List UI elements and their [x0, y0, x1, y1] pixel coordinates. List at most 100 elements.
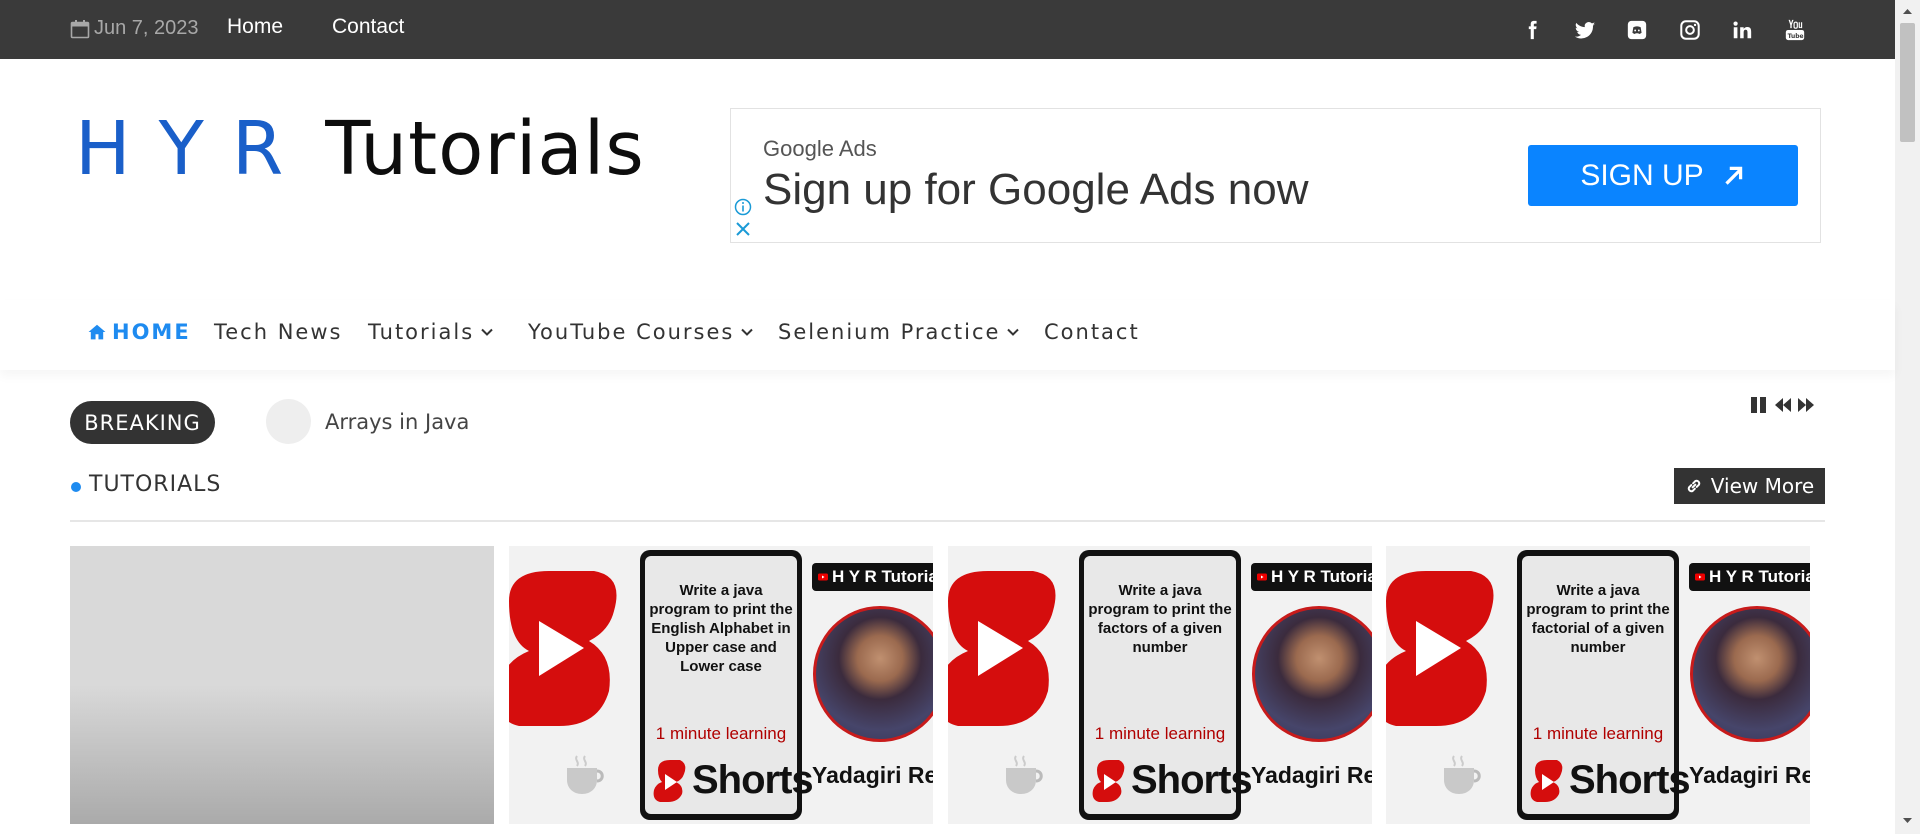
phone-graphic: Write a java program to print the Englis…	[640, 550, 814, 820]
shorts-text: Shorts	[692, 757, 814, 802]
nav-item-tech-news[interactable]: Tech News	[214, 320, 342, 344]
chevron-down-icon	[1007, 328, 1020, 336]
coffee-cup-icon	[1006, 755, 1043, 794]
youtube-shorts-logo-icon	[948, 571, 1056, 726]
shorts-logo: Shorts	[650, 756, 814, 804]
shorts-logo: Shorts	[1089, 756, 1253, 804]
tutorial-card[interactable]: Write a java program to print the factor…	[1386, 546, 1810, 824]
card-program-text: Write a java program to print the factor…	[1088, 582, 1232, 656]
brand-text: H Y R Tutorials	[832, 567, 933, 586]
google-ad-banner[interactable]: Google Ads Sign up for Google Ads now SI…	[730, 108, 1821, 243]
phone-screen: Write a java program to print the factor…	[1522, 556, 1691, 814]
section-bullet	[71, 482, 81, 492]
pause-icon[interactable]	[1748, 394, 1770, 416]
shorts-icon	[653, 760, 686, 802]
card-program-text: Write a java program to print the Englis…	[649, 582, 793, 675]
breaking-thumbnail[interactable]	[266, 399, 311, 444]
avatar	[1690, 606, 1810, 742]
card-learning-text: 1 minute learning	[1532, 724, 1664, 743]
logo-tutorials-text: Tutorials	[325, 106, 645, 192]
view-more-button[interactable]: View More	[1674, 468, 1825, 504]
coffee-cup-icon	[1444, 755, 1481, 794]
forward-icon[interactable]	[1795, 394, 1817, 416]
twitter-icon[interactable]	[1572, 17, 1598, 43]
nav-tech-news-label: Tech News	[214, 320, 343, 344]
shorts-icon	[1530, 760, 1563, 802]
section-title: TUTORIALS	[89, 472, 222, 497]
brand-tag: H Y R Tutorials	[1251, 563, 1372, 591]
site-logo[interactable]: HYR Tutorials	[75, 112, 645, 186]
discord-icon[interactable]	[1624, 17, 1650, 43]
ad-signup-button[interactable]: SIGN UP	[1528, 145, 1798, 206]
tutorial-card[interactable]: Write a java program to print the Englis…	[509, 546, 933, 824]
youtube-icon[interactable]: Tube	[1782, 17, 1808, 43]
view-more-label: View More	[1710, 474, 1815, 498]
ad-headline[interactable]: Sign up for Google Ads now	[763, 165, 1308, 215]
nav-home-label: HOME	[112, 320, 191, 344]
author-name: Yadagiri Reddy	[1251, 762, 1372, 788]
shorts-text: Shorts	[1569, 757, 1691, 802]
logo-hyr-text: HYR	[75, 106, 312, 192]
facebook-icon[interactable]	[1519, 17, 1545, 43]
linkedin-icon[interactable]	[1729, 17, 1755, 43]
nav-item-youtube-courses[interactable]: YouTube Courses	[528, 320, 754, 344]
home-icon	[88, 324, 106, 340]
avatar	[1252, 606, 1372, 742]
shorts-icon	[1092, 760, 1125, 802]
scrollbar[interactable]	[1895, 0, 1920, 834]
chevron-down-icon	[481, 328, 493, 336]
coffee-cup-icon	[567, 755, 604, 794]
ad-signup-label: SIGN UP	[1580, 158, 1704, 192]
scroll-down-arrow-icon[interactable]	[1895, 812, 1920, 829]
card-program-text: Write a java program to print the factor…	[1526, 582, 1670, 656]
date-display: Jun 7, 2023	[70, 17, 199, 40]
brand-text: H Y R Tutorials	[1271, 567, 1372, 586]
author-name: Yadagiri Reddy	[1689, 762, 1810, 788]
nav-item-home[interactable]: HOME	[88, 320, 191, 344]
nav-tutorials-label: Tutorials	[368, 320, 475, 344]
nav-selenium-practice-label: Selenium Practice	[778, 320, 1001, 344]
breaking-headline-link[interactable]: Arrays in Java	[325, 410, 469, 434]
instagram-icon[interactable]	[1677, 17, 1703, 43]
youtube-shorts-logo-icon	[509, 571, 617, 726]
chevron-down-icon	[741, 328, 754, 336]
card-learning-text: 1 minute learning	[1094, 724, 1226, 743]
phone-screen: Write a java program to print the Englis…	[645, 556, 814, 814]
date-text: Jun 7, 2023	[94, 17, 199, 39]
phone-graphic: Write a java program to print the factor…	[1517, 550, 1691, 820]
top-link-home[interactable]: Home	[227, 15, 283, 39]
scrollbar-thumb[interactable]	[1900, 23, 1915, 142]
nav-item-tutorials[interactable]: Tutorials	[368, 320, 494, 344]
brand-tag: H Y R Tutorials	[812, 563, 933, 591]
link-icon	[1687, 479, 1700, 493]
ad-source-label: Google Ads	[763, 136, 877, 161]
shorts-text: Shorts	[1131, 757, 1253, 802]
breaking-badge: BREAKING	[70, 401, 215, 444]
nav-item-contact[interactable]: Contact	[1044, 320, 1140, 344]
section-divider	[70, 520, 1825, 522]
main-nav: HOME Tech News Tutorials YouTube Courses…	[0, 300, 1895, 370]
youtube-play-icon	[818, 573, 829, 581]
brand-text: H Y R Tutorials	[1709, 567, 1810, 586]
brand-tag: H Y R Tutorials	[1689, 563, 1810, 591]
nav-item-selenium-practice[interactable]: Selenium Practice	[778, 320, 1020, 344]
phone-screen: Write a java program to print the factor…	[1084, 556, 1253, 814]
tutorial-card[interactable]: Write a java program to print the factor…	[948, 546, 1372, 824]
info-icon[interactable]	[734, 198, 752, 216]
scroll-up-arrow-icon[interactable]	[1895, 3, 1920, 20]
top-bar: Jun 7, 2023 Home Contact Tube	[0, 0, 1920, 59]
top-link-contact[interactable]: Contact	[332, 15, 404, 39]
svg-text:Tube: Tube	[1788, 33, 1804, 40]
nav-contact-label: Contact	[1044, 320, 1140, 344]
phone-graphic: Write a java program to print the factor…	[1079, 550, 1253, 820]
shorts-logo: Shorts	[1527, 756, 1691, 804]
youtube-play-icon	[1695, 573, 1706, 581]
tutorial-card-placeholder[interactable]	[70, 546, 494, 824]
breaking-label: BREAKING	[84, 410, 201, 435]
close-icon[interactable]	[734, 220, 752, 238]
avatar	[813, 606, 933, 742]
backward-icon[interactable]	[1772, 394, 1794, 416]
arrow-up-right-icon	[1725, 166, 1742, 185]
author-name: Yadagiri Reddy	[812, 762, 933, 788]
calendar-icon	[70, 19, 90, 38]
